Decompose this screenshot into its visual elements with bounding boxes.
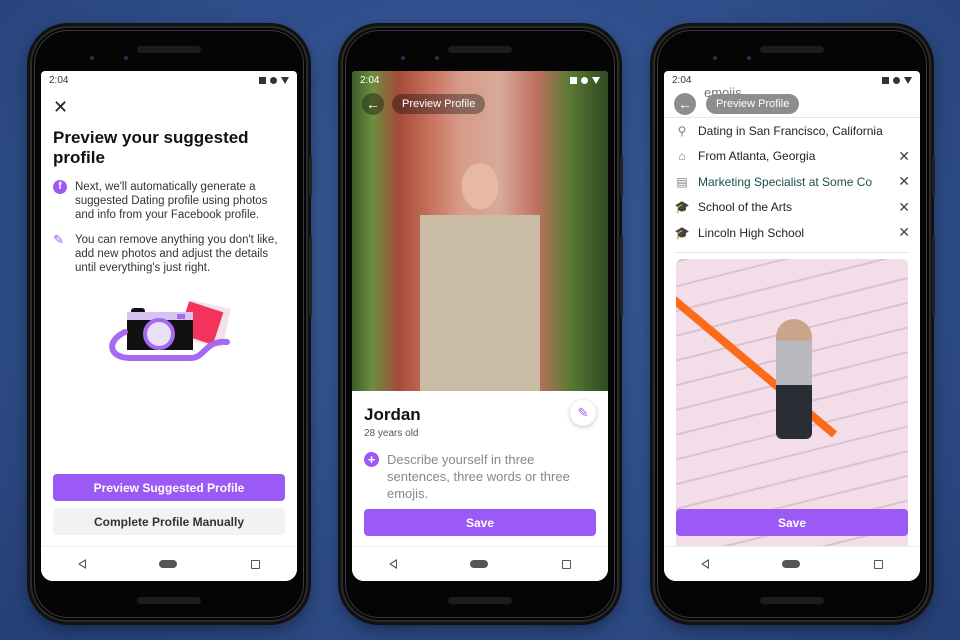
nav-back-icon[interactable] [77, 559, 86, 569]
graduation-cap-icon: 🎓 [674, 225, 690, 240]
phone-2: 2:04 ← Preview Profile Jordan 28 years o… [341, 26, 623, 622]
earpiece [760, 46, 824, 53]
screen-preview-profile: 2:04 ← Preview Profile Jordan 28 years o… [352, 71, 608, 581]
location-pin-icon: ⚲ [677, 123, 687, 138]
info-item: ✎ You can remove anything you don't like… [53, 233, 287, 275]
photo-railing [676, 289, 838, 438]
android-nav-bar [41, 546, 297, 581]
nav-recents-icon[interactable] [251, 559, 261, 569]
nav-home-icon[interactable] [159, 560, 178, 568]
volume-button [932, 236, 935, 316]
phone-1: 2:04 ✕ Preview your suggested profile f … [30, 26, 312, 622]
power-button [932, 156, 935, 196]
detail-college[interactable]: 🎓 School of the Arts ✕ [664, 195, 920, 221]
status-time: 2:04 [49, 74, 69, 86]
wifi-icon [281, 76, 289, 84]
profile-age: 28 years old [364, 428, 419, 439]
bio-prompt-text: Describe yourself in three sentences, th… [387, 452, 570, 501]
detail-text: School of the Arts [698, 200, 793, 215]
info-text: You can remove anything you don't like, … [75, 234, 278, 274]
notification-icon [882, 76, 889, 84]
sensor [435, 56, 439, 60]
remove-icon[interactable]: ✕ [898, 224, 910, 241]
status-time: 2:04 [360, 74, 380, 86]
sensor [124, 56, 128, 60]
complete-profile-manually-button[interactable]: Complete Profile Manually [53, 508, 285, 535]
notification-icon [259, 76, 266, 84]
camera-illustration [109, 300, 231, 361]
battery-icon [581, 76, 588, 84]
save-button[interactable]: Save [676, 509, 908, 536]
status-bar: 2:04 [41, 71, 297, 89]
status-bar: 2:04 [352, 71, 608, 89]
graduation-cap-icon: 🎓 [674, 200, 690, 215]
nav-back-icon[interactable] [700, 559, 709, 569]
bottom-speaker [448, 597, 512, 604]
profile-name: Jordan [364, 405, 421, 424]
home-icon: ⌂ [678, 149, 686, 164]
android-nav-bar [664, 546, 920, 581]
nav-home-icon[interactable] [782, 560, 801, 568]
status-time: 2:04 [672, 74, 692, 86]
info-text: Next, we'll automatically generate a sug… [75, 181, 268, 221]
detail-text: Marketing Specialist at Some Co [698, 174, 873, 189]
nav-recents-icon[interactable] [874, 559, 884, 569]
volume-button [309, 236, 312, 316]
status-bar: 2:04 [664, 71, 920, 89]
photo-person [776, 319, 812, 439]
detail-text: From Atlanta, Georgia [698, 149, 816, 164]
detail-high-school[interactable]: 🎓 Lincoln High School ✕ [664, 220, 920, 246]
phone-3: 2:04 emojis. ← Preview Profile ⚲ Dating … [653, 26, 935, 622]
detail-work[interactable]: ▤ Marketing Specialist at Some Co ✕ [664, 169, 920, 195]
bottom-speaker [760, 597, 824, 604]
power-button [620, 156, 623, 196]
bio-prompt[interactable]: + Describe yourself in three sentences, … [364, 451, 596, 502]
facebook-icon: f [53, 180, 67, 194]
profile-photo[interactable] [352, 71, 608, 391]
pencil-icon: ✎ [53, 232, 64, 247]
info-item: f Next, we'll automatically generate a s… [53, 180, 287, 222]
volume-button [620, 236, 623, 316]
edit-pencil-icon[interactable]: ✎ [570, 400, 596, 426]
front-camera [713, 56, 717, 60]
remove-icon[interactable]: ✕ [898, 199, 910, 216]
detail-text: Dating in San Francisco, California [698, 123, 883, 138]
profile-photo-stairs[interactable] [676, 259, 908, 549]
page-title: Preview your suggested profile [53, 128, 249, 167]
nav-home-icon[interactable] [470, 560, 489, 568]
earpiece [448, 46, 512, 53]
wifi-icon [904, 76, 912, 84]
bottom-speaker [137, 597, 201, 604]
preview-suggested-profile-button[interactable]: Preview Suggested Profile [53, 474, 285, 501]
remove-icon[interactable]: ✕ [898, 148, 910, 165]
add-icon: + [364, 452, 379, 467]
remove-icon[interactable]: ✕ [898, 173, 910, 190]
front-camera [401, 56, 405, 60]
screen-profile-details: 2:04 emojis. ← Preview Profile ⚲ Dating … [664, 71, 920, 581]
back-arrow-icon[interactable]: ← [674, 93, 696, 115]
detail-location[interactable]: ⚲ Dating in San Francisco, California [664, 118, 920, 144]
android-nav-bar [352, 546, 608, 581]
wifi-icon [592, 76, 600, 84]
briefcase-icon: ▤ [676, 174, 688, 189]
notification-icon [570, 76, 577, 84]
close-icon[interactable]: ✕ [53, 97, 68, 118]
save-button[interactable]: Save [364, 509, 596, 536]
nav-back-icon[interactable] [388, 559, 397, 569]
detail-text: Lincoln High School [698, 225, 805, 240]
battery-icon [270, 76, 277, 84]
power-button [309, 156, 312, 196]
detail-hometown[interactable]: ⌂ From Atlanta, Georgia ✕ [664, 144, 920, 170]
profile-details-list: ⚲ Dating in San Francisco, California ⌂ … [664, 117, 920, 253]
nav-recents-icon[interactable] [562, 559, 572, 569]
divider [674, 251, 910, 253]
sensor [747, 56, 751, 60]
back-arrow-icon[interactable]: ← [362, 93, 384, 115]
screen-preview-suggested: 2:04 ✕ Preview your suggested profile f … [41, 71, 297, 581]
battery-icon [893, 76, 900, 84]
earpiece [137, 46, 201, 53]
header-title-pill: Preview Profile [392, 94, 486, 114]
header-title-pill: Preview Profile [706, 94, 800, 114]
front-camera [90, 56, 94, 60]
